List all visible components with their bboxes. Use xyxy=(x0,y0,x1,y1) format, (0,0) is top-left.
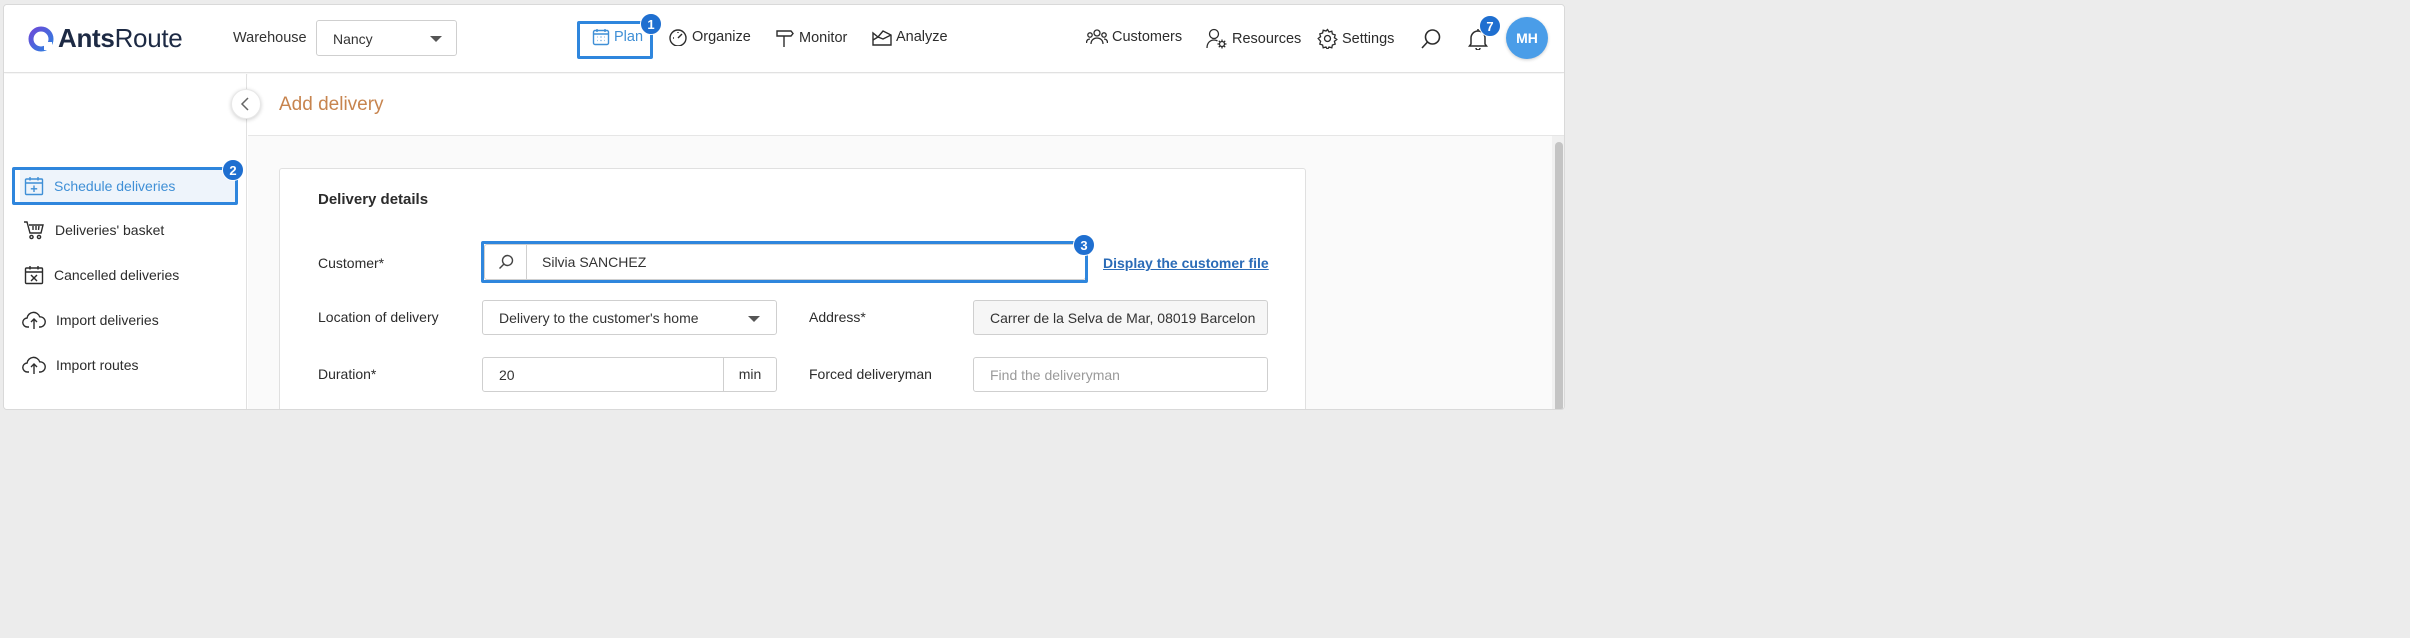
sidebar: Schedule deliveries 2 Deliveries' basket… xyxy=(4,74,247,409)
delivery-details-card: Delivery details Customer* Silvia SANCHE… xyxy=(279,168,1306,409)
duration-label: Duration* xyxy=(318,366,377,382)
nav-resources[interactable]: Resources xyxy=(1206,28,1301,50)
address-label: Address* xyxy=(809,309,866,325)
customer-label: Customer* xyxy=(318,255,385,271)
customers-icon xyxy=(1086,29,1108,45)
top-bar: AntsRoute Warehouse Nancy Plan 1 Organiz… xyxy=(4,5,1564,73)
antsroute-logo[interactable]: AntsRoute xyxy=(28,23,183,54)
chevron-down-icon xyxy=(748,316,760,322)
location-select[interactable]: Delivery to the customer's home xyxy=(482,300,777,335)
address-field[interactable]: Carrer de la Selva de Mar, 08019 Barcelo… xyxy=(973,300,1268,335)
nav-settings-label: Settings xyxy=(1342,30,1395,47)
duration-unit: min xyxy=(723,358,776,391)
logo-mark-icon xyxy=(28,26,54,51)
calendar-x-icon xyxy=(24,266,44,285)
resources-icon xyxy=(1206,28,1227,49)
highlight-box-2 xyxy=(12,167,238,205)
logo-wordmark: AntsRoute xyxy=(58,23,183,53)
display-customer-file-link[interactable]: Display the customer file xyxy=(1103,255,1269,271)
sidebar-item-label: Import routes xyxy=(56,357,139,373)
collapse-sidebar-button[interactable] xyxy=(231,89,261,119)
forced-deliveryman-label: Forced deliveryman xyxy=(809,366,932,382)
deliveryman-placeholder: Find the deliveryman xyxy=(990,367,1120,383)
nav-customers[interactable]: Customers xyxy=(1086,28,1182,46)
nav-settings[interactable]: Settings xyxy=(1317,28,1394,49)
nav-resources-label: Resources xyxy=(1232,31,1302,47)
gear-icon xyxy=(1317,28,1338,49)
duration-value: 20 xyxy=(499,367,515,383)
search-button[interactable] xyxy=(1420,28,1442,55)
location-label: Location of delivery xyxy=(318,309,439,325)
chevron-left-icon xyxy=(240,97,249,111)
vertical-scrollbar[interactable] xyxy=(1552,136,1564,409)
nav-monitor[interactable]: Monitor xyxy=(775,28,847,48)
nav-organize[interactable]: Organize xyxy=(668,28,751,46)
main-content: Add delivery Delivery details Customer* … xyxy=(248,74,1564,409)
warehouse-select[interactable]: Nancy xyxy=(316,20,457,56)
nav-analyze[interactable]: Analyze xyxy=(872,28,948,46)
highlight-box-3 xyxy=(481,241,1088,283)
page-header: Add delivery xyxy=(248,74,1564,136)
sidebar-item-import-deliveries[interactable]: Import deliveries xyxy=(20,303,238,337)
cloud-upload-icon xyxy=(22,356,46,374)
gauge-icon xyxy=(669,29,687,46)
chevron-down-icon xyxy=(430,36,442,42)
basket-icon xyxy=(24,221,44,240)
section-title: Delivery details xyxy=(318,191,429,208)
warehouse-label: Warehouse xyxy=(233,30,307,46)
sidebar-item-label: Deliveries' basket xyxy=(55,222,165,238)
sidebar-item-label: Import deliveries xyxy=(56,312,159,328)
annotation-badge-2: 2 xyxy=(222,159,244,181)
notification-count-badge: 7 xyxy=(1479,15,1501,37)
nav-organize-label: Organize xyxy=(692,29,751,45)
sidebar-item-deliveries-basket[interactable]: Deliveries' basket xyxy=(20,213,238,247)
user-avatar[interactable]: MH xyxy=(1506,17,1548,59)
nav-monitor-label: Monitor xyxy=(799,30,848,46)
page-title: Add delivery xyxy=(279,94,384,115)
signpost-icon xyxy=(776,30,794,47)
nav-customers-label: Customers xyxy=(1112,29,1183,45)
sidebar-item-label: Cancelled deliveries xyxy=(54,267,180,283)
deliveryman-search-input[interactable]: Find the deliveryman xyxy=(973,357,1268,392)
sidebar-item-cancelled-deliveries[interactable]: Cancelled deliveries xyxy=(20,258,238,292)
sidebar-item-import-routes[interactable]: Import routes xyxy=(20,348,238,382)
search-icon xyxy=(1421,29,1441,49)
location-value: Delivery to the customer's home xyxy=(499,310,699,326)
scrollbar-thumb[interactable] xyxy=(1555,142,1563,409)
cloud-upload-icon xyxy=(22,311,46,329)
chart-icon xyxy=(872,30,892,46)
annotation-badge-3: 3 xyxy=(1073,234,1095,256)
nav-analyze-label: Analyze xyxy=(896,29,948,45)
duration-input[interactable]: 20 min xyxy=(482,357,777,392)
address-value: Carrer de la Selva de Mar, 08019 Barcelo… xyxy=(990,310,1256,326)
warehouse-value: Nancy xyxy=(333,31,373,47)
app-window: AntsRoute Warehouse Nancy Plan 1 Organiz… xyxy=(3,4,1565,410)
annotation-badge-1: 1 xyxy=(640,13,662,35)
